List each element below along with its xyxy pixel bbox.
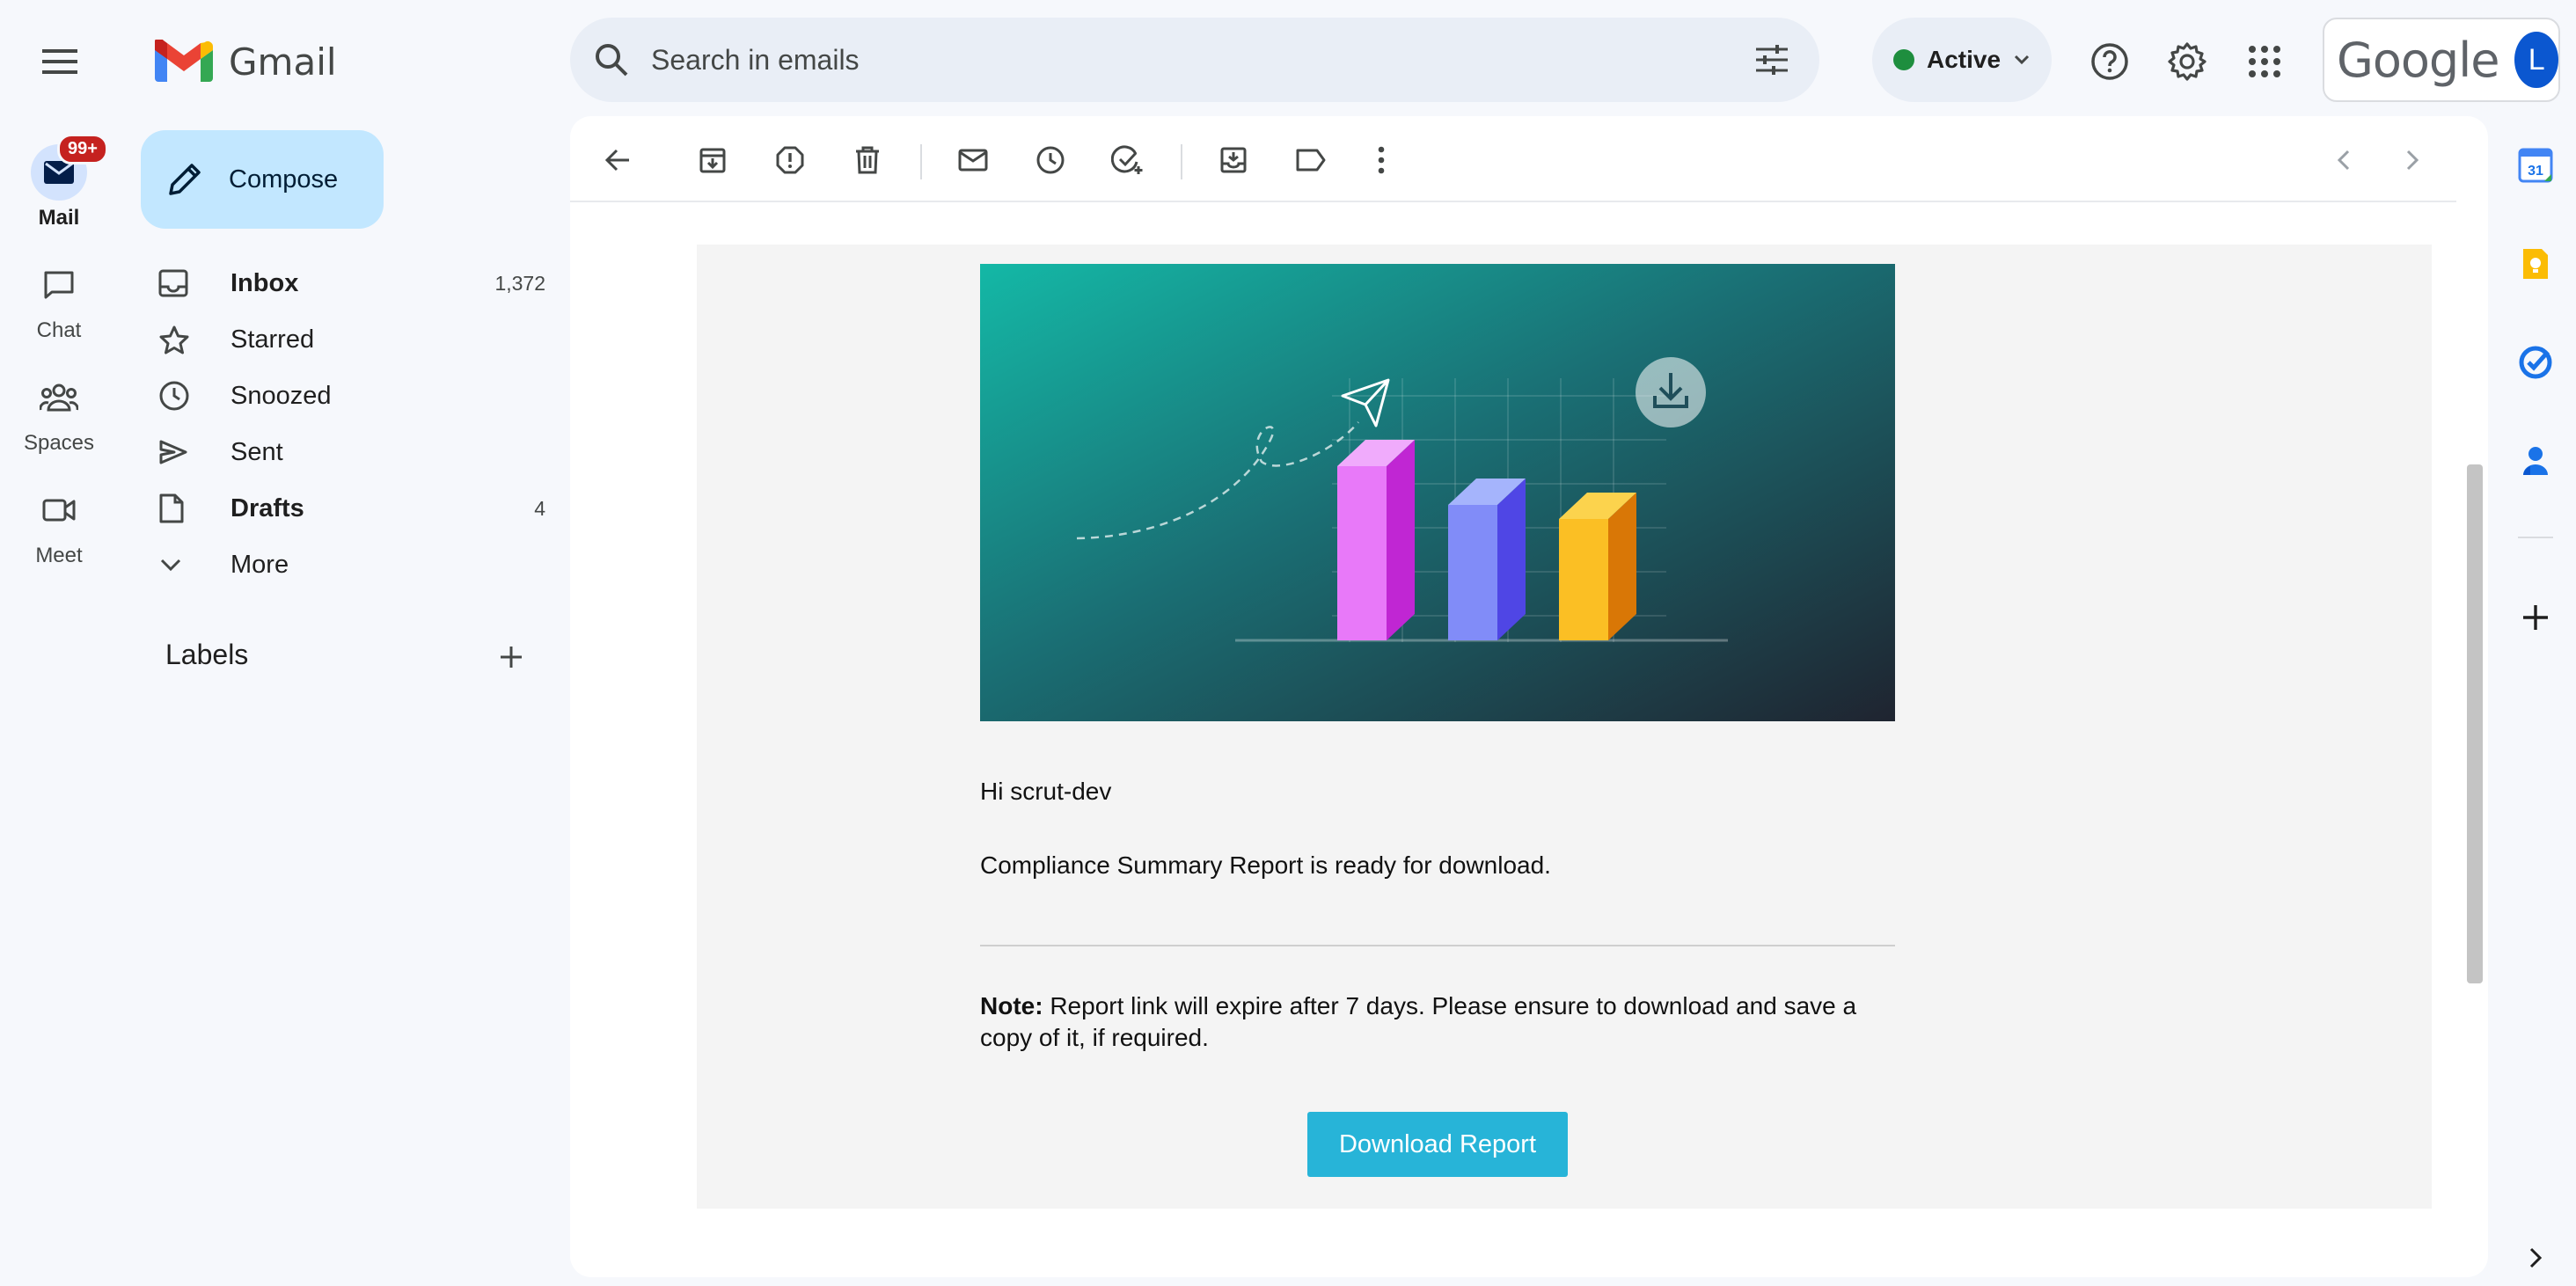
report-icon <box>776 146 804 174</box>
chevron-left-icon <box>2337 150 2350 171</box>
nav-item-more[interactable]: More <box>158 538 545 591</box>
newer-button[interactable] <box>2319 135 2368 185</box>
support-button[interactable] <box>2082 33 2138 90</box>
email-message: Compliance Summary Report is ready for d… <box>980 851 1551 879</box>
keep-app-button[interactable] <box>2511 239 2560 289</box>
plus-icon <box>501 647 522 668</box>
nav-item-drafts[interactable]: Drafts 4 <box>158 482 545 535</box>
clock-icon <box>159 381 189 411</box>
google-wordmark: Google <box>2337 32 2499 88</box>
download-report-button[interactable]: Download Report <box>1307 1112 1568 1177</box>
status-dot <box>1893 49 1914 70</box>
older-button[interactable] <box>2388 135 2437 185</box>
keep-icon <box>2523 249 2548 279</box>
mark-unread-button[interactable] <box>948 135 998 185</box>
nav-item-snoozed[interactable]: Snoozed <box>158 369 545 422</box>
send-icon <box>159 440 187 464</box>
draft-file-icon <box>159 493 184 523</box>
email-greeting: Hi scrut-dev <box>980 778 1112 805</box>
email-divider <box>980 945 1895 946</box>
pencil-icon <box>169 164 201 195</box>
contacts-app-button[interactable] <box>2511 436 2560 486</box>
contacts-icon <box>2523 447 2548 475</box>
search-input[interactable]: Search in emails <box>651 44 1754 77</box>
back-button[interactable] <box>593 135 642 185</box>
inbox-icon <box>158 269 188 297</box>
nav-item-starred[interactable]: Starred <box>158 313 545 366</box>
delete-button[interactable] <box>843 135 892 185</box>
more-vert-icon <box>1378 146 1385 174</box>
email-note: Note: Report link will expire after 7 da… <box>980 990 1895 1054</box>
archive-icon <box>699 148 726 173</box>
clock-icon <box>1036 146 1065 174</box>
menu-icon <box>42 49 77 74</box>
search-bar[interactable]: Search in emails <box>570 18 1819 102</box>
create-label-button[interactable] <box>498 644 524 670</box>
search-options-button[interactable] <box>1754 44 1789 76</box>
rail-item-spaces[interactable]: Spaces <box>0 369 118 456</box>
compose-label: Compose <box>229 164 339 194</box>
move-to-button[interactable] <box>1209 135 1258 185</box>
nav-item-sent[interactable]: Sent <box>158 426 545 479</box>
rail-item-chat[interactable]: Chat <box>0 257 118 343</box>
calendar-app-button[interactable]: 31 <box>2511 141 2560 190</box>
compose-button[interactable]: Compose <box>141 130 384 229</box>
tasks-icon <box>2519 346 2552 379</box>
rail-item-meet[interactable]: Meet <box>0 482 118 568</box>
calendar-day: 31 <box>2528 164 2543 179</box>
main-menu-button[interactable] <box>35 37 84 86</box>
labels-button[interactable] <box>1286 135 1336 185</box>
chevron-down-icon <box>2014 55 2030 65</box>
inbox-count: 1,372 <box>494 271 545 295</box>
calendar-icon: 31 <box>2518 148 2553 183</box>
add-task-icon <box>1111 145 1143 174</box>
video-camera-icon <box>42 499 76 522</box>
scrollbar-thumb[interactable] <box>2467 464 2483 983</box>
arrow-back-icon <box>604 149 629 172</box>
status-selector[interactable]: Active <box>1872 18 2052 102</box>
avatar: L <box>2514 32 2558 88</box>
report-spam-button[interactable] <box>765 135 815 185</box>
gear-icon <box>2168 42 2206 81</box>
label-icon <box>1296 149 1326 172</box>
settings-button[interactable] <box>2159 33 2215 90</box>
add-to-tasks-button[interactable] <box>1103 135 1153 185</box>
move-to-inbox-icon <box>1220 147 1247 173</box>
apps-button[interactable] <box>2236 33 2293 90</box>
gmail-logo[interactable]: Gmail <box>155 35 337 88</box>
trash-icon <box>856 146 879 174</box>
account-button[interactable]: Google L <box>2323 18 2560 102</box>
rail-item-mail[interactable]: 99+ Mail <box>0 134 118 230</box>
chevron-right-icon <box>2529 1247 2543 1268</box>
help-icon <box>2091 43 2128 80</box>
report-illustration <box>980 264 1895 721</box>
snooze-button[interactable] <box>1026 135 1075 185</box>
apps-grid-icon <box>2249 46 2280 77</box>
message-view: Hi scrut-dev Compliance Summary Report i… <box>570 116 2488 1277</box>
tasks-app-button[interactable] <box>2511 338 2560 387</box>
labels-heading: Labels <box>165 639 249 670</box>
chat-icon <box>44 271 74 299</box>
note-label: Note: <box>980 992 1043 1019</box>
spaces-icon <box>40 384 78 412</box>
chevron-down-icon <box>160 559 181 572</box>
plus-icon <box>2523 605 2548 630</box>
chevron-right-icon <box>2406 150 2419 171</box>
search-icon <box>596 44 628 77</box>
gmail-m-icon <box>155 40 213 82</box>
gmail-wordmark: Gmail <box>229 40 337 84</box>
mail-outline-icon <box>958 149 988 172</box>
note-text: Report link will expire after 7 days. Pl… <box>980 992 1857 1051</box>
star-icon <box>159 325 189 354</box>
more-options-button[interactable] <box>1357 135 1406 185</box>
archive-button[interactable] <box>688 135 737 185</box>
tune-icon <box>1756 45 1788 75</box>
drafts-count: 4 <box>534 496 545 520</box>
message-toolbar <box>570 116 2456 202</box>
status-label: Active <box>1927 46 2002 73</box>
nav-item-inbox[interactable]: Inbox 1,372 <box>158 257 545 310</box>
get-addons-button[interactable] <box>2511 593 2560 642</box>
show-side-panel-button[interactable] <box>2511 1233 2560 1282</box>
unread-badge: 99+ <box>57 134 108 164</box>
